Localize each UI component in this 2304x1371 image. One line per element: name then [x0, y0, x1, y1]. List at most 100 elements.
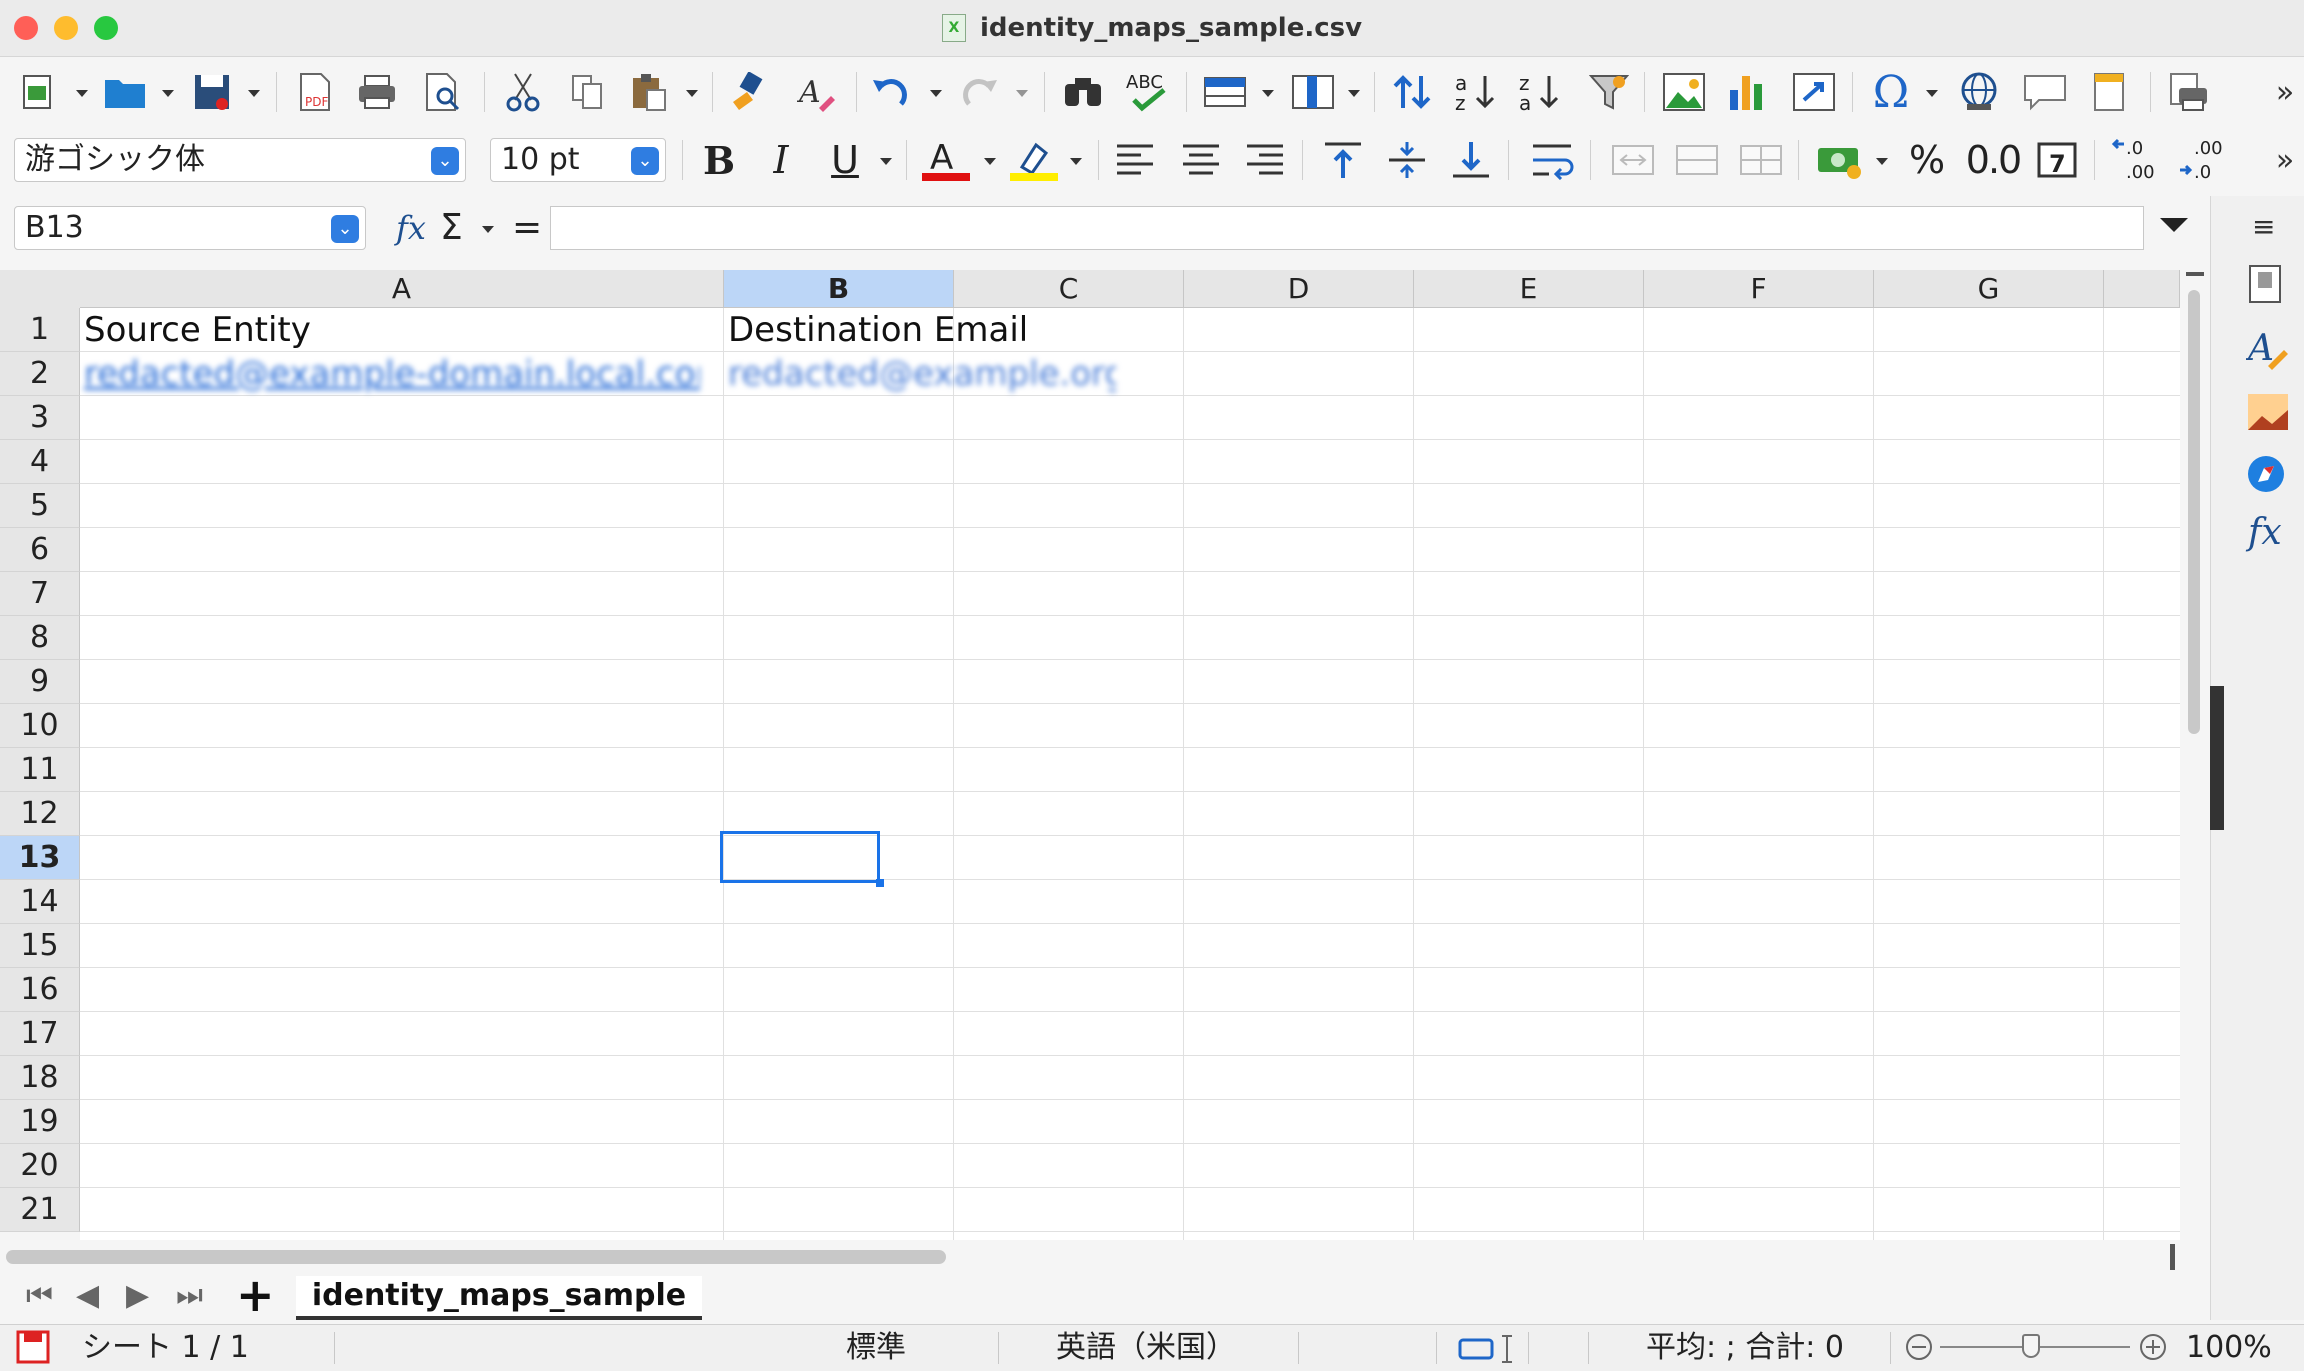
horizontal-scroll-thumb[interactable] — [6, 1250, 946, 1264]
save-dropdown-icon[interactable] — [248, 90, 260, 97]
percent-format-icon[interactable]: % — [1902, 128, 1952, 192]
gallery-icon[interactable] — [2246, 392, 2290, 436]
align-top-icon[interactable] — [1320, 128, 1366, 192]
row-header-17[interactable]: 17 — [0, 1012, 80, 1056]
row-header-10[interactable]: 10 — [0, 704, 80, 748]
sidebar-collapse-handle[interactable] — [2210, 686, 2224, 830]
chevron-down-icon[interactable]: ⌄ — [431, 147, 459, 175]
vertical-scroll-thumb[interactable] — [2188, 290, 2200, 734]
row-header-20[interactable]: 20 — [0, 1144, 80, 1188]
row-header-6[interactable]: 6 — [0, 528, 80, 572]
chevron-down-icon[interactable]: ⌄ — [631, 147, 659, 175]
styles-icon[interactable]: A — [2245, 326, 2290, 374]
function-wizard-icon[interactable]: fx — [396, 206, 426, 250]
currency-dropdown-icon[interactable] — [1876, 158, 1888, 165]
add-decimal-icon[interactable]: .0.00 — [2108, 128, 2162, 192]
paste-icon[interactable] — [626, 60, 672, 124]
merge-cells-icon[interactable] — [1672, 128, 1722, 192]
formula-input[interactable] — [550, 206, 2144, 250]
zoom-in-icon[interactable] — [2138, 1332, 2168, 1366]
vertical-split-handle[interactable] — [2186, 272, 2204, 276]
row-header-19[interactable]: 19 — [0, 1100, 80, 1144]
navigator-icon[interactable] — [2246, 454, 2286, 498]
language-status[interactable]: 英語（米国） — [1056, 1328, 1236, 1368]
highlight-color-icon[interactable] — [1006, 128, 1062, 192]
zoom-slider-thumb[interactable] — [2022, 1334, 2040, 1358]
toolbar-overflow-icon[interactable]: » — [2270, 128, 2300, 192]
print-icon[interactable] — [354, 60, 400, 124]
underline-icon[interactable]: U — [822, 128, 868, 192]
column-header-b[interactable]: B — [724, 270, 954, 308]
sort-descending-icon[interactable]: za — [1518, 60, 1564, 124]
number-format-icon[interactable]: 0.0 — [1966, 128, 2022, 192]
row-header-3[interactable]: 3 — [0, 396, 80, 440]
spellcheck-icon[interactable]: ABC — [1122, 60, 1176, 124]
sort-icon[interactable] — [1390, 60, 1436, 124]
sort-ascending-icon[interactable]: az — [1454, 60, 1500, 124]
row-header-16[interactable]: 16 — [0, 968, 80, 1012]
sum-icon[interactable]: Σ — [440, 206, 463, 250]
row-header-9[interactable]: 9 — [0, 660, 80, 704]
currency-format-icon[interactable] — [1814, 128, 1868, 192]
chevron-down-icon[interactable]: ⌄ — [331, 215, 359, 243]
add-sheet-button[interactable]: + — [236, 1268, 275, 1322]
column-icon[interactable] — [1288, 60, 1338, 124]
align-right-icon[interactable] — [1242, 128, 1288, 192]
name-box[interactable]: B13 ⌄ — [14, 206, 366, 250]
clear-formatting-icon[interactable]: A — [794, 60, 840, 124]
cell-grid[interactable]: Source Entity Destination Email redacted… — [80, 308, 2180, 1240]
open-folder-icon[interactable] — [100, 60, 150, 124]
row-header-11[interactable]: 11 — [0, 748, 80, 792]
undo-dropdown-icon[interactable] — [930, 90, 942, 97]
insert-image-icon[interactable] — [1660, 60, 1708, 124]
row-header-2[interactable]: 2 — [0, 352, 80, 396]
row-header-21[interactable]: 21 — [0, 1188, 80, 1232]
row-header-1[interactable]: 1 — [0, 308, 80, 352]
print-preview-icon[interactable] — [420, 60, 466, 124]
column-header-c[interactable]: C — [954, 270, 1184, 308]
hyperlink-icon[interactable] — [1954, 60, 2004, 124]
first-sheet-icon[interactable]: ⏮ — [26, 1278, 53, 1313]
open-dropdown-icon[interactable] — [162, 90, 174, 97]
functions-icon[interactable]: fx — [2248, 512, 2282, 553]
font-name-box[interactable]: 游ゴシック体 ⌄ — [14, 138, 466, 182]
row-header-15[interactable]: 15 — [0, 924, 80, 968]
column-header-e[interactable]: E — [1414, 270, 1644, 308]
undo-icon[interactable] — [868, 60, 914, 124]
underline-dropdown-icon[interactable] — [880, 158, 892, 165]
column-header-g[interactable]: G — [1874, 270, 2104, 308]
row-header-7[interactable]: 7 — [0, 572, 80, 616]
cell-a2[interactable]: redacted@example-domain.local.com — [80, 352, 700, 396]
redo-icon[interactable] — [956, 60, 1002, 124]
unmerge-cells-icon[interactable] — [1736, 128, 1786, 192]
document-modified-icon[interactable] — [16, 1330, 52, 1368]
zoom-level[interactable]: 100% — [2186, 1328, 2272, 1368]
special-character-dropdown-icon[interactable] — [1926, 90, 1938, 97]
find-replace-icon[interactable] — [1058, 60, 1108, 124]
row-header-12[interactable]: 12 — [0, 792, 80, 836]
delete-decimal-icon[interactable]: .00.0 — [2176, 128, 2230, 192]
cell-cursor-b13[interactable] — [720, 831, 880, 883]
bold-icon[interactable]: B — [696, 128, 742, 192]
column-header-d[interactable]: D — [1184, 270, 1414, 308]
new-document-icon[interactable] — [16, 60, 60, 124]
sum-dropdown-icon[interactable] — [482, 226, 494, 233]
font-color-dropdown-icon[interactable] — [984, 158, 996, 165]
sidebar-menu-icon[interactable]: ≡ — [2252, 210, 2275, 243]
autofilter-icon[interactable] — [1586, 60, 1632, 124]
align-center-icon[interactable] — [1178, 128, 1224, 192]
toolbar-overflow-icon[interactable]: » — [2270, 60, 2300, 124]
save-icon[interactable] — [190, 60, 234, 124]
align-left-icon[interactable] — [1112, 128, 1158, 192]
next-sheet-icon[interactable]: ▶ — [126, 1278, 149, 1313]
cell-a1[interactable]: Source Entity — [80, 308, 311, 352]
row-header-18[interactable]: 18 — [0, 1056, 80, 1100]
center-vertically-icon[interactable] — [1384, 128, 1430, 192]
highlight-dropdown-icon[interactable] — [1070, 158, 1082, 165]
selection-mode-icon[interactable] — [1458, 1334, 1518, 1368]
row-header-4[interactable]: 4 — [0, 440, 80, 484]
row-header-13[interactable]: 13 — [0, 836, 80, 880]
sheet-tab-identity-maps-sample[interactable]: identity_maps_sample — [296, 1276, 702, 1320]
paste-dropdown-icon[interactable] — [686, 90, 698, 97]
export-pdf-icon[interactable]: PDF — [292, 60, 338, 124]
